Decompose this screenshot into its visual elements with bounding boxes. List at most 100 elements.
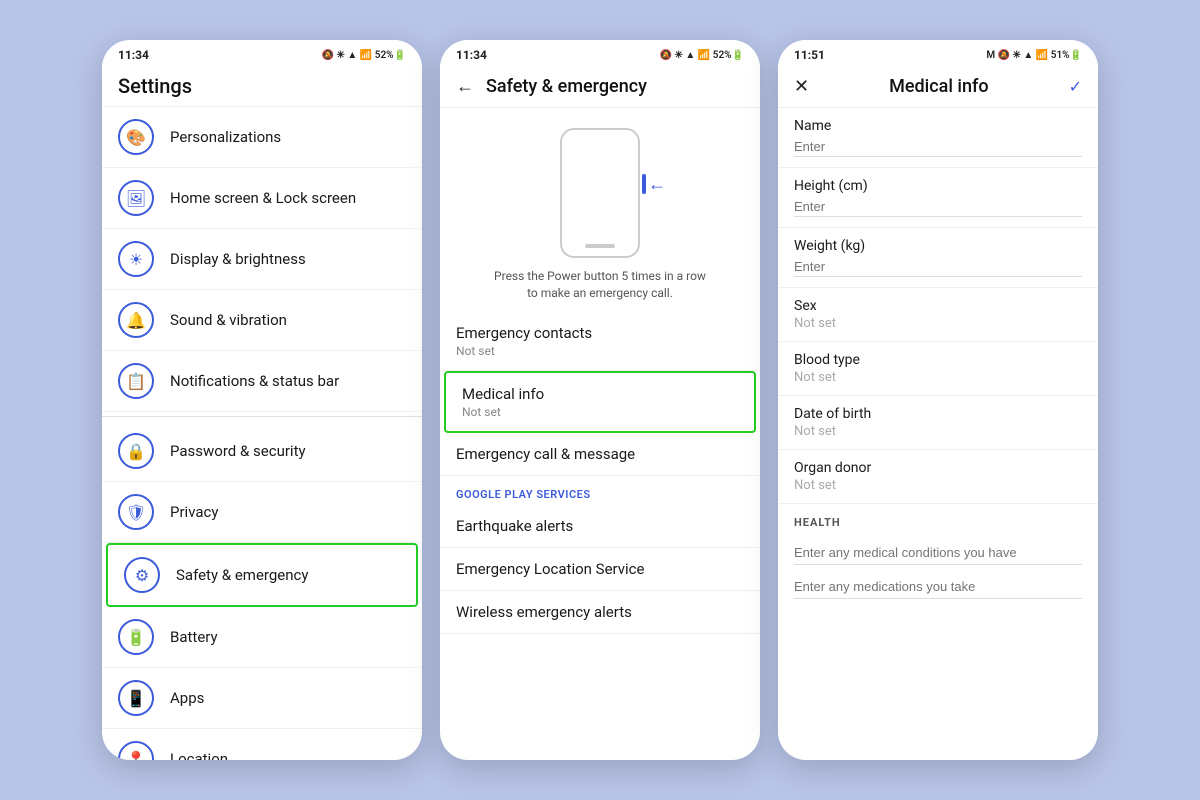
settings-list: 🎨 Personalizations 🖼 Home screen & Lock … <box>102 107 422 760</box>
medical-info-title: Medical info <box>462 385 738 403</box>
sidebar-item-privacy[interactable]: 🛡 Privacy <box>102 482 422 543</box>
password-icon: 🔒 <box>118 433 154 469</box>
wireless-emergency-item[interactable]: Wireless emergency alerts <box>440 591 760 634</box>
conditions-input[interactable] <box>794 541 1082 565</box>
name-label: Name <box>794 118 1082 134</box>
emergency-location-title: Emergency Location Service <box>456 560 744 578</box>
display-label: Display & brightness <box>170 250 306 268</box>
medical-header: ✕ Medical info ✓ <box>778 66 1098 108</box>
safety-title: Safety & emergency <box>486 76 647 97</box>
dob-field[interactable]: Date of birth Not set <box>778 396 1098 450</box>
organ-donor-field[interactable]: Organ donor Not set <box>778 450 1098 504</box>
wireless-emergency-title: Wireless emergency alerts <box>456 603 744 621</box>
earthquake-title: Earthquake alerts <box>456 517 744 535</box>
height-input[interactable] <box>794 197 1082 217</box>
emergency-contacts-sub: Not set <box>456 344 744 358</box>
weight-input[interactable] <box>794 257 1082 277</box>
medical-panel: 11:51 M 🔕 ✳ ▲ 📶 51%🔋 ✕ Medical info ✓ Na… <box>778 40 1098 760</box>
safety-label: Safety & emergency <box>176 566 308 584</box>
sidebar-item-location[interactable]: 📍 Location <box>102 729 422 760</box>
notifications-icon: 📋 <box>118 363 154 399</box>
medications-input[interactable] <box>794 575 1082 599</box>
safety-header: ← Safety & emergency <box>440 66 760 108</box>
sidebar-item-battery[interactable]: 🔋 Battery <box>102 607 422 668</box>
signal-icons-3: M 🔕 ✳ ▲ 📶 51%🔋 <box>986 50 1082 61</box>
weight-field[interactable]: Weight (kg) <box>778 228 1098 288</box>
sex-field[interactable]: Sex Not set <box>778 288 1098 342</box>
divider-1 <box>102 416 422 417</box>
name-field[interactable]: Name <box>778 108 1098 168</box>
display-icon: ☀ <box>118 241 154 277</box>
sidebar-item-sound[interactable]: 🔔 Sound & vibration <box>102 290 422 351</box>
sos-illustration: ← Press the Power button 5 times in a ro… <box>440 108 760 312</box>
sound-label: Sound & vibration <box>170 311 287 329</box>
notifications-label: Notifications & status bar <box>170 372 339 390</box>
sex-label: Sex <box>794 298 1082 314</box>
back-arrow[interactable]: ← <box>456 76 474 97</box>
personalizations-label: Personalizations <box>170 128 281 146</box>
time-2: 11:34 <box>456 48 487 62</box>
sidebar-item-display[interactable]: ☀ Display & brightness <box>102 229 422 290</box>
emergency-call-title: Emergency call & message <box>456 445 744 463</box>
settings-title: Settings <box>102 66 422 107</box>
privacy-label: Privacy <box>170 503 218 521</box>
personalizations-icon: 🎨 <box>118 119 154 155</box>
signal-icons-1: 🔕 ✳ ▲ 📶 52%🔋 <box>322 50 406 61</box>
sound-icon: 🔔 <box>118 302 154 338</box>
location-label: Location <box>170 750 228 760</box>
battery-label: Battery <box>170 628 218 646</box>
status-bar-2: 11:34 🔕 ✳ ▲ 📶 52%🔋 <box>440 40 760 66</box>
safety-panel: 11:34 🔕 ✳ ▲ 📶 52%🔋 ← Safety & emergency … <box>440 40 760 760</box>
medical-fields: Name Height (cm) Weight (kg) Sex Not set… <box>778 108 1098 760</box>
apps-label: Apps <box>170 689 204 707</box>
status-bar-3: 11:51 M 🔕 ✳ ▲ 📶 51%🔋 <box>778 40 1098 66</box>
name-input[interactable] <box>794 137 1082 157</box>
apps-icon: 📱 <box>118 680 154 716</box>
safety-content: ← Safety & emergency ← Press the Power b… <box>440 66 760 760</box>
status-bar-1: 11:34 🔕 ✳ ▲ 📶 52%🔋 <box>102 40 422 66</box>
homescreen-icon: 🖼 <box>118 180 154 216</box>
sex-value: Not set <box>794 316 1082 331</box>
status-icons-1: 🔕 ✳ ▲ 📶 52%🔋 <box>322 50 406 61</box>
weight-label: Weight (kg) <box>794 238 1082 254</box>
organ-donor-value: Not set <box>794 478 1082 493</box>
blood-type-field[interactable]: Blood type Not set <box>778 342 1098 396</box>
organ-donor-label: Organ donor <box>794 460 1082 476</box>
sidebar-item-safety[interactable]: ⚙ Safety & emergency <box>106 543 418 607</box>
signal-icons-2: 🔕 ✳ ▲ 📶 52%🔋 <box>660 50 744 61</box>
medical-info-item[interactable]: Medical info Not set <box>444 371 756 433</box>
emergency-contacts-item[interactable]: Emergency contacts Not set <box>440 312 760 371</box>
blood-type-label: Blood type <box>794 352 1082 368</box>
height-label: Height (cm) <box>794 178 1082 194</box>
close-icon[interactable]: ✕ <box>794 76 809 97</box>
dob-value: Not set <box>794 424 1082 439</box>
homescreen-label: Home screen & Lock screen <box>170 189 356 207</box>
time-1: 11:34 <box>118 48 149 62</box>
safety-menu: Emergency contacts Not set Medical info … <box>440 312 760 760</box>
emergency-call-item[interactable]: Emergency call & message <box>440 433 760 476</box>
height-field[interactable]: Height (cm) <box>778 168 1098 228</box>
settings-content: Settings 🎨 Personalizations 🖼 Home scree… <box>102 66 422 760</box>
time-3: 11:51 <box>794 48 825 62</box>
google-services-label: GOOGLE PLAY SERVICES <box>440 476 760 505</box>
settings-panel: 11:34 🔕 ✳ ▲ 📶 52%🔋 Settings 🎨 Personaliz… <box>102 40 422 760</box>
safety-icon: ⚙ <box>124 557 160 593</box>
status-icons-3: M 🔕 ✳ ▲ 📶 51%🔋 <box>986 50 1082 61</box>
sidebar-item-personalizations[interactable]: 🎨 Personalizations <box>102 107 422 168</box>
sidebar-item-notifications[interactable]: 📋 Notifications & status bar <box>102 351 422 412</box>
sidebar-item-apps[interactable]: 📱 Apps <box>102 668 422 729</box>
sidebar-item-password[interactable]: 🔒 Password & security <box>102 421 422 482</box>
location-icon: 📍 <box>118 741 154 760</box>
power-button <box>642 174 646 194</box>
sidebar-item-homescreen[interactable]: 🖼 Home screen & Lock screen <box>102 168 422 229</box>
health-conditions-area <box>778 533 1098 613</box>
dob-label: Date of birth <box>794 406 1082 422</box>
emergency-location-item[interactable]: Emergency Location Service <box>440 548 760 591</box>
earthquake-alerts-item[interactable]: Earthquake alerts <box>440 505 760 548</box>
emergency-contacts-title: Emergency contacts <box>456 324 744 342</box>
check-icon[interactable]: ✓ <box>1069 77 1082 96</box>
password-label: Password & security <box>170 442 306 460</box>
battery-icon: 🔋 <box>118 619 154 655</box>
health-section-label: HEALTH <box>778 504 1098 533</box>
medical-title: Medical info <box>889 76 988 97</box>
